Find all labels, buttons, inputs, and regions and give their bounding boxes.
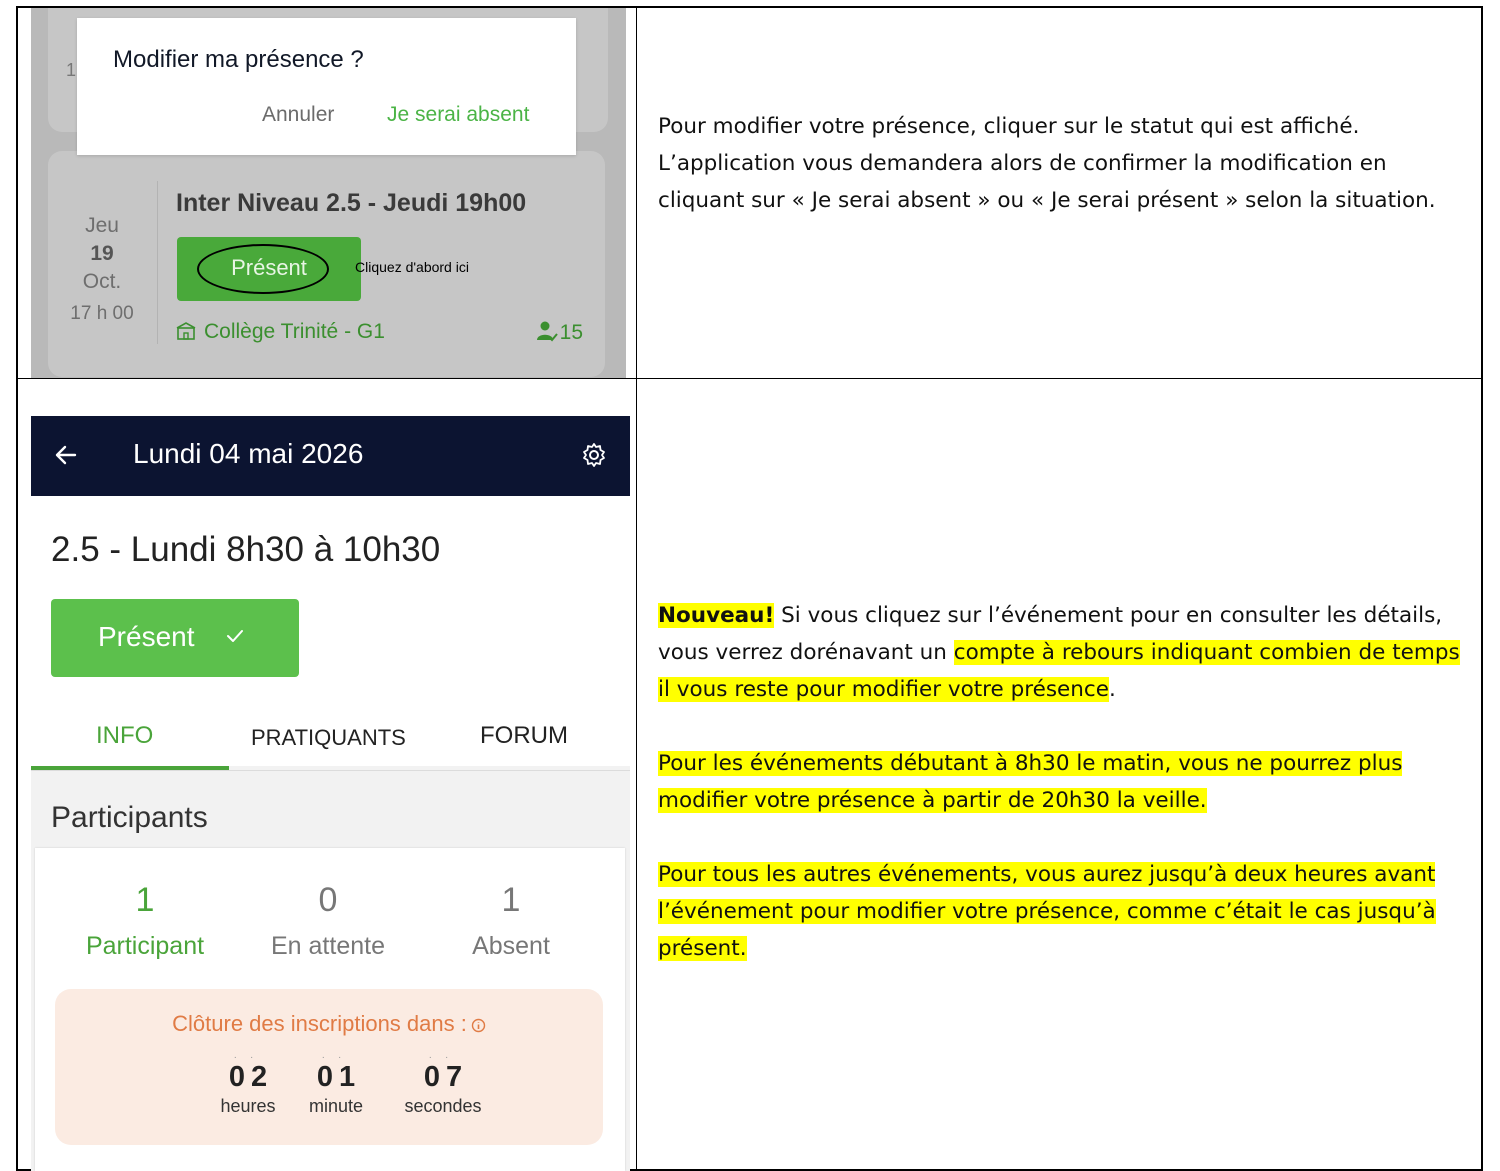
countdown-title-text: Clôture des inscriptions dans : <box>172 1011 467 1036</box>
paragraph-2: Pour les événements débutant à 8h30 le m… <box>658 745 1468 819</box>
event-title: 2.5 - Lundi 8h30 à 10h30 <box>51 530 441 569</box>
seconds-label: secondes <box>404 1096 482 1116</box>
participants-card: 1 Participant 0 En attente 1 Absent Clôt… <box>35 848 625 1171</box>
event-card[interactable]: Jeu 19 Oct. 17 h 00 Inter Niveau 2.5 - J… <box>48 151 605 377</box>
participant-count: 15 <box>536 320 583 345</box>
screenshot-confirm-dialog: 1 Jeu 19 Oct. 17 h 00 Inter Niveau 2.5 -… <box>31 8 626 378</box>
instruction-text: Pour modifier votre présence, cliquer su… <box>658 114 1436 213</box>
card-divider <box>157 181 158 344</box>
stat-label: Participant <box>85 932 205 960</box>
event-time: 17 h 00 <box>70 303 134 324</box>
countdown-box: Clôture des inscriptions dans : ·· 02 heu… <box>55 989 603 1145</box>
text-segment: . <box>1108 677 1116 702</box>
location-label: Collège Trinité - G1 <box>204 320 385 343</box>
status-button[interactable]: Présent <box>177 237 361 301</box>
check-icon <box>227 630 243 642</box>
stat-label: En attente <box>271 932 385 960</box>
countdown-title: Clôture des inscriptions dans : <box>55 1011 603 1037</box>
dialog-title: Modifier ma présence ? <box>113 46 364 73</box>
app-header: Lundi 04 mai 2026 <box>31 416 630 496</box>
tab-pratiquants[interactable]: PRATIQUANTS <box>251 725 406 751</box>
stat-waiting: 0 En attente <box>238 880 418 961</box>
new-label: Nouveau! <box>658 603 775 628</box>
highlighted-text: Pour les événements débutant à 8h30 le m… <box>658 751 1403 813</box>
stat-absent: 1 Absent <box>421 880 601 961</box>
hours-value: 02 <box>228 1061 274 1093</box>
gear-icon[interactable] <box>581 442 607 468</box>
minutes-label: minute <box>308 1096 364 1116</box>
annotation-hint: Cliquez d'abord ici <box>355 259 469 275</box>
stat-value: 0 <box>318 881 338 919</box>
event-location[interactable]: Collège Trinité - G1 <box>176 320 385 344</box>
screenshot-event-detail: Lundi 04 mai 2026 2.5 - Lundi 8h30 à 10h… <box>31 416 630 1171</box>
back-arrow-icon[interactable] <box>53 442 79 468</box>
status-label: Présent <box>98 621 195 652</box>
stat-value: 1 <box>135 881 155 919</box>
person-check-icon <box>536 321 558 342</box>
stat-participant: 1 Participant <box>55 880 235 961</box>
count-value: 15 <box>559 321 583 344</box>
annotation-oval <box>197 244 329 294</box>
stat-value: 1 <box>501 881 521 919</box>
event-day: Jeu <box>85 214 119 237</box>
tab-forum[interactable]: FORUM <box>480 722 568 750</box>
event-month: Oct. <box>82 270 122 293</box>
countdown-minutes: ·· 01 minute <box>283 1052 389 1117</box>
column-divider <box>636 6 637 1171</box>
tab-separator <box>31 770 630 771</box>
info-icon[interactable] <box>471 1018 486 1033</box>
minutes-value: 01 <box>316 1061 362 1093</box>
partial-number: 1 <box>66 60 77 80</box>
countdown-seconds: ·· 07 secondes <box>378 1052 508 1117</box>
tab-info[interactable]: INFO <box>96 722 153 750</box>
header-title: Lundi 04 mai 2026 <box>133 438 364 469</box>
paragraph-3: Pour tous les autres événements, vous au… <box>658 856 1468 967</box>
status-button[interactable]: Présent <box>51 599 299 677</box>
stat-label: Absent <box>472 932 550 960</box>
event-date: 19 <box>90 242 114 265</box>
building-icon <box>176 322 196 340</box>
cancel-button[interactable]: Annuler <box>262 103 334 127</box>
paragraph-1: Nouveau! Si vous cliquez sur l’événement… <box>658 597 1468 708</box>
row-divider <box>16 378 1483 379</box>
absent-button[interactable]: Je serai absent <box>387 103 529 127</box>
seconds-value: 07 <box>423 1061 469 1093</box>
confirm-dialog: Modifier ma présence ? Annuler Je serai … <box>77 18 576 155</box>
section-title: Participants <box>51 801 208 834</box>
highlighted-text: Pour tous les autres événements, vous au… <box>658 862 1436 961</box>
event-title: Inter Niveau 2.5 - Jeudi 19h00 <box>176 189 527 217</box>
new-feature-text: Nouveau! Si vous cliquez sur l’événement… <box>658 597 1468 1004</box>
